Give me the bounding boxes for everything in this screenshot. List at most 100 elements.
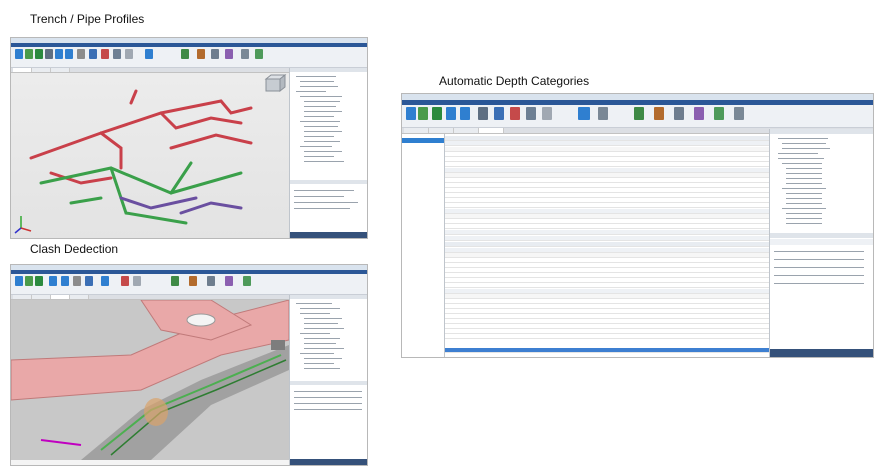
tree-item[interactable]: [304, 328, 344, 329]
tree-item[interactable]: [300, 308, 340, 309]
ribbon-button[interactable]: [418, 107, 428, 120]
tree-item[interactable]: [304, 323, 338, 324]
tree-item[interactable]: [300, 121, 340, 122]
grid-row[interactable]: [445, 334, 769, 339]
clash-list-row[interactable]: [294, 397, 362, 398]
tree-item[interactable]: [304, 136, 334, 137]
ribbon-button[interactable]: [243, 276, 251, 286]
ribbon-button[interactable]: [634, 107, 644, 120]
tree-item[interactable]: [782, 148, 830, 149]
tree-item[interactable]: [786, 198, 822, 199]
tree-item[interactable]: [304, 343, 336, 344]
ribbon-button[interactable]: [125, 49, 133, 59]
3d-viewport[interactable]: [11, 73, 289, 238]
tab[interactable]: [429, 128, 454, 133]
ribbon-button[interactable]: [225, 276, 233, 286]
ribbon-button[interactable]: [654, 107, 664, 120]
tree-item[interactable]: [300, 333, 330, 334]
ribbon-button[interactable]: [225, 49, 233, 59]
tree-item[interactable]: [304, 106, 336, 107]
tree-item[interactable]: [304, 161, 344, 162]
tree-item[interactable]: [296, 76, 336, 77]
tree-item[interactable]: [782, 188, 826, 189]
tree-item[interactable]: [304, 131, 342, 132]
tree-item[interactable]: [300, 313, 330, 314]
clash-list-row[interactable]: [294, 391, 362, 392]
ribbon-button[interactable]: [598, 107, 608, 120]
ribbon-button[interactable]: [714, 107, 724, 120]
ribbon-button[interactable]: [241, 49, 249, 59]
grid-group-row[interactable]: [445, 242, 769, 247]
ribbon-button[interactable]: [207, 276, 215, 286]
tree-item[interactable]: [786, 193, 822, 194]
tab[interactable]: [479, 128, 504, 133]
tree-item[interactable]: [304, 151, 342, 152]
tree-item[interactable]: [304, 111, 342, 112]
ribbon-button[interactable]: [45, 49, 53, 59]
ribbon-button[interactable]: [85, 276, 93, 286]
ribbon-button[interactable]: [15, 49, 23, 59]
tree-item[interactable]: [304, 141, 340, 142]
ribbon-button[interactable]: [113, 49, 121, 59]
tree-item[interactable]: [304, 156, 334, 157]
tree-item[interactable]: [304, 126, 338, 127]
ribbon-button[interactable]: [171, 276, 179, 286]
ribbon-button[interactable]: [432, 107, 442, 120]
tree-item[interactable]: [786, 168, 822, 169]
ribbon-button[interactable]: [49, 276, 57, 286]
ribbon-button[interactable]: [77, 49, 85, 59]
tab[interactable]: [454, 128, 479, 133]
tree-item[interactable]: [300, 81, 334, 82]
ribbon-button[interactable]: [211, 49, 219, 59]
ribbon-button[interactable]: [73, 276, 81, 286]
ribbon-button[interactable]: [526, 107, 536, 120]
tree-item[interactable]: [300, 86, 338, 87]
tree-item[interactable]: [304, 348, 344, 349]
ribbon-button[interactable]: [197, 49, 205, 59]
tree-item[interactable]: [300, 353, 334, 354]
tree-item[interactable]: [304, 363, 334, 364]
tree-item[interactable]: [786, 223, 822, 224]
ribbon-button[interactable]: [121, 276, 129, 286]
tree-item[interactable]: [782, 143, 826, 144]
tree-item[interactable]: [304, 368, 340, 369]
grid-row[interactable]: [445, 283, 769, 288]
ribbon-button[interactable]: [55, 49, 63, 59]
ribbon-button[interactable]: [406, 107, 416, 120]
ribbon-button[interactable]: [35, 49, 43, 59]
tree-item[interactable]: [300, 96, 342, 97]
ribbon-button[interactable]: [189, 276, 197, 286]
tree-item[interactable]: [778, 153, 818, 154]
ribbon-button[interactable]: [35, 276, 43, 286]
tree-item[interactable]: [304, 338, 340, 339]
grid-group-row[interactable]: [445, 230, 769, 235]
ribbon-button[interactable]: [61, 276, 69, 286]
tree-item[interactable]: [786, 203, 822, 204]
tree-item[interactable]: [296, 91, 326, 92]
3d-viewport-clash[interactable]: [11, 299, 290, 460]
ribbon-button[interactable]: [494, 107, 504, 120]
ribbon-button[interactable]: [25, 49, 33, 59]
ribbon-button[interactable]: [133, 276, 141, 286]
view-cube-icon[interactable]: [264, 73, 287, 93]
tree-item[interactable]: [782, 163, 822, 164]
clash-list-row[interactable]: [294, 409, 362, 410]
ribbon-button[interactable]: [89, 49, 97, 59]
tree-item[interactable]: [296, 303, 332, 304]
grid-row[interactable]: [445, 224, 769, 229]
clash-list-row[interactable]: [294, 403, 362, 404]
tree-item[interactable]: [304, 116, 334, 117]
ribbon-button[interactable]: [65, 49, 73, 59]
ribbon-button[interactable]: [578, 107, 590, 120]
tab[interactable]: [32, 68, 51, 72]
tree-item[interactable]: [786, 213, 822, 214]
tree-item[interactable]: [304, 101, 340, 102]
ribbon-button[interactable]: [694, 107, 704, 120]
ribbon-button[interactable]: [25, 276, 33, 286]
ribbon-button[interactable]: [255, 49, 263, 59]
ribbon-button[interactable]: [674, 107, 684, 120]
ribbon-button[interactable]: [101, 276, 109, 286]
tree-item[interactable]: [786, 173, 822, 174]
tab[interactable]: [32, 295, 51, 299]
tree-item[interactable]: [778, 158, 824, 159]
